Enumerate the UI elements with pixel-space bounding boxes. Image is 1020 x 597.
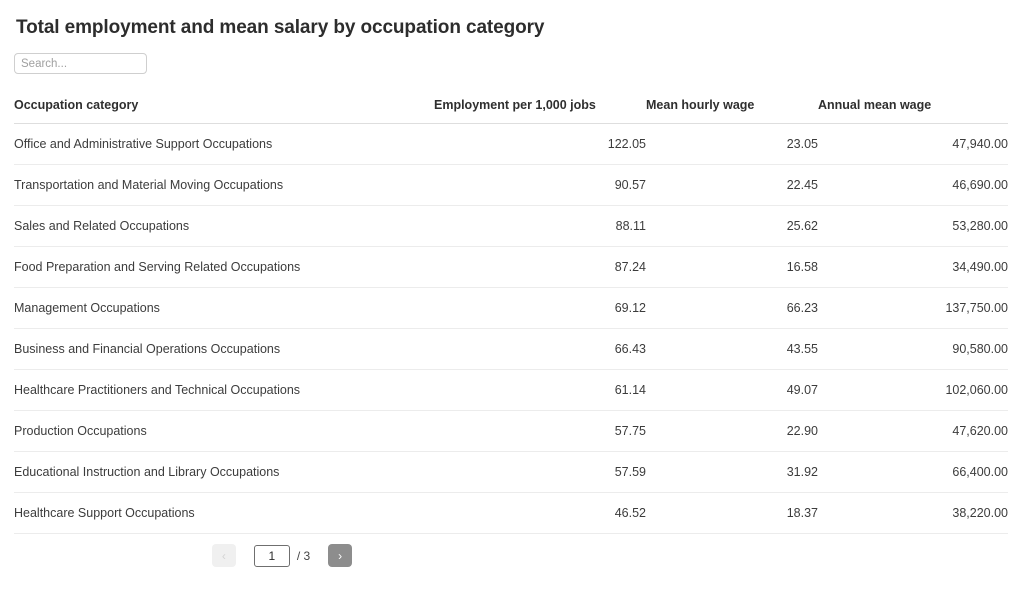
cell-annual-wage: 34,490.00 (818, 246, 1008, 288)
cell-employment: 61.14 (434, 369, 646, 411)
cell-annual-wage: 137,750.00 (818, 287, 1008, 329)
cell-annual-wage: 38,220.00 (818, 492, 1008, 534)
total-pages-label: / 3 (296, 548, 311, 563)
cell-employment: 122.05 (434, 123, 646, 165)
cell-hourly-wage: 22.90 (646, 410, 818, 452)
cell-occupation: Transportation and Material Moving Occup… (14, 164, 434, 206)
cell-annual-wage: 47,940.00 (818, 123, 1008, 165)
table-row: Production Occupations 57.75 22.90 47,620.0… (14, 410, 1008, 452)
cell-annual-wage: 46,690.00 (818, 164, 1008, 206)
search-input[interactable] (14, 53, 147, 74)
cell-employment: 88.11 (434, 205, 646, 247)
cell-occupation: Production Occupations (14, 410, 434, 452)
pagination: ‹ / 3 › (14, 544, 1008, 567)
table-row: Transportation and Material Moving Occup… (14, 164, 1008, 206)
page-title: Total employment and mean salary by occu… (16, 17, 545, 38)
cell-annual-wage: 53,280.00 (818, 205, 1008, 247)
cell-occupation: Office and Administrative Support Occupa… (14, 123, 434, 165)
cell-occupation: Healthcare Practitioners and Technical O… (14, 369, 434, 411)
table-header-row: Occupation category Employment per 1,000… (14, 98, 1008, 124)
cell-hourly-wage: 43.55 (646, 328, 818, 370)
column-header-hourly-wage[interactable]: Mean hourly wage (646, 98, 818, 124)
table-header: Occupation category Employment per 1,000… (14, 98, 1008, 124)
cell-occupation: Healthcare Support Occupations (14, 492, 434, 534)
cell-employment: 57.75 (434, 410, 646, 452)
cell-employment: 57.59 (434, 451, 646, 493)
cell-annual-wage: 90,580.00 (818, 328, 1008, 370)
table-row: Healthcare Practitioners and Technical O… (14, 369, 1008, 411)
cell-hourly-wage: 23.05 (646, 123, 818, 165)
column-header-employment[interactable]: Employment per 1,000 jobs (434, 98, 646, 124)
cell-hourly-wage: 31.92 (646, 451, 818, 493)
cell-hourly-wage: 16.58 (646, 246, 818, 288)
table-row: Business and Financial Operations Occupa… (14, 328, 1008, 370)
table-row: Healthcare Support Occupations 46.52 18.37… (14, 492, 1008, 534)
table-row: Educational Instruction and Library Occu… (14, 451, 1008, 493)
column-header-occupation[interactable]: Occupation category (14, 98, 434, 124)
search-row (14, 53, 1008, 74)
cell-hourly-wage: 22.45 (646, 164, 818, 206)
cell-annual-wage: 102,060.00 (818, 369, 1008, 411)
table-row: Sales and Related Occupations 88.11 25.62 5… (14, 205, 1008, 247)
page-container: Total employment and mean salary by occu… (0, 0, 1020, 597)
cell-occupation: Food Preparation and Serving Related Occ… (14, 246, 434, 288)
cell-employment: 90.57 (434, 164, 646, 206)
cell-occupation: Sales and Related Occupations (14, 205, 434, 247)
cell-annual-wage: 66,400.00 (818, 451, 1008, 493)
table-row: Management Occupations 69.12 66.23 137,750.… (14, 287, 1008, 329)
cell-employment: 46.52 (434, 492, 646, 534)
cell-occupation: Educational Instruction and Library Occu… (14, 451, 434, 493)
cell-occupation: Management Occupations (14, 287, 434, 329)
cell-annual-wage: 47,620.00 (818, 410, 1008, 452)
cell-hourly-wage: 18.37 (646, 492, 818, 534)
table-body: Office and Administrative Support Occupa… (14, 123, 1008, 534)
cell-hourly-wage: 66.23 (646, 287, 818, 329)
cell-hourly-wage: 25.62 (646, 205, 818, 247)
cell-employment: 69.12 (434, 287, 646, 329)
table-row: Office and Administrative Support Occupa… (14, 123, 1008, 165)
next-page-button[interactable]: › (328, 544, 353, 567)
page-number-input[interactable] (253, 544, 290, 567)
column-header-annual-wage[interactable]: Annual mean wage (818, 98, 1008, 124)
employment-table: Occupation category Employment per 1,000… (14, 98, 1008, 534)
previous-page-button[interactable]: ‹ (211, 544, 236, 567)
cell-occupation: Business and Financial Operations Occupa… (14, 328, 434, 370)
cell-employment: 66.43 (434, 328, 646, 370)
pagination-controls: ‹ / 3 › (211, 544, 353, 567)
table-row: Food Preparation and Serving Related Occ… (14, 246, 1008, 288)
cell-employment: 87.24 (434, 246, 646, 288)
cell-hourly-wage: 49.07 (646, 369, 818, 411)
